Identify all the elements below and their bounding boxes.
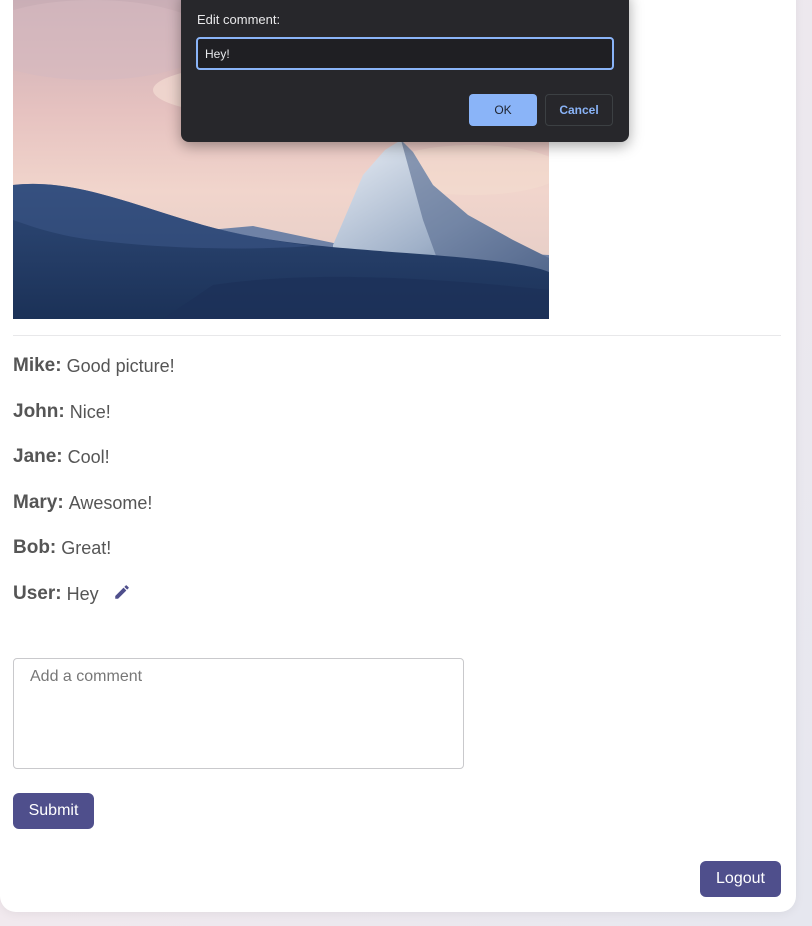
list-item: Mary: Awesome! (13, 489, 175, 535)
comment-author: Bob: (13, 537, 57, 559)
submit-button[interactable]: Submit (13, 793, 94, 829)
list-item: Bob: Great! (13, 534, 175, 580)
comment-text: Cool! (67, 447, 110, 468)
comment-author: Mike: (13, 355, 62, 376)
comment-author: Mary: (13, 491, 64, 513)
divider (13, 335, 781, 336)
dialog-label: Edit comment: (197, 12, 281, 27)
list-item: Mike: Good picture! (13, 352, 175, 398)
comment-text: Nice! (69, 401, 111, 422)
ok-button[interactable]: OK (469, 94, 537, 126)
comment-input[interactable] (13, 658, 464, 769)
comment-text: Great! (61, 538, 112, 559)
pencil-icon[interactable] (111, 581, 133, 603)
comment-text: Hey (66, 583, 99, 604)
list-item: John: Nice! (13, 398, 175, 444)
comment-author: John: (13, 400, 65, 422)
edit-comment-dialog: Edit comment: OK Cancel (181, 0, 629, 142)
list-item: Jane: Cool! (13, 443, 175, 489)
comment-text: Awesome! (68, 492, 153, 513)
comment-text: Good picture! (66, 356, 175, 376)
edit-comment-input[interactable] (196, 37, 614, 70)
comment-author: Jane: (13, 446, 63, 468)
comment-list: Mike: Good picture! John: Nice! Jane: Co… (13, 352, 175, 626)
list-item: User: Hey (13, 580, 175, 626)
cancel-button[interactable]: Cancel (545, 94, 613, 126)
comment-author: User: (13, 582, 62, 604)
logout-button[interactable]: Logout (700, 861, 781, 897)
